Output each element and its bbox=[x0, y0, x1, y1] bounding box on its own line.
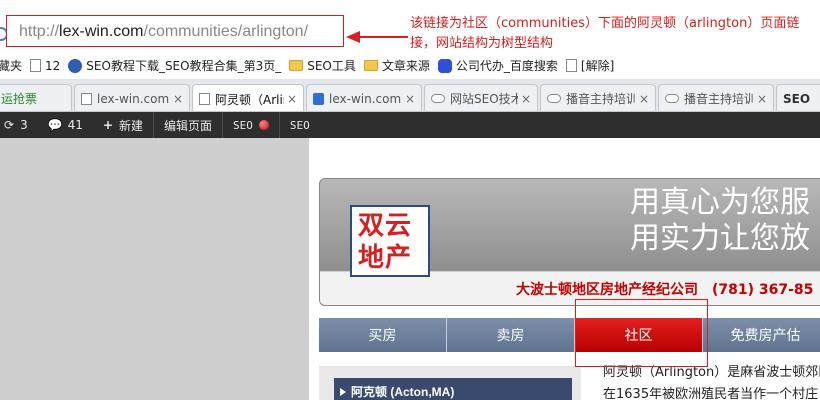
address-url: http://lex-win.com/communities/arlington… bbox=[19, 23, 309, 40]
seo-menu-button[interactable]: SEO bbox=[280, 112, 320, 138]
bookmark-favorites[interactable]: 藏夹 bbox=[0, 57, 22, 74]
site-banner: 双云 地产 用真心为您服 用实力让您放 大波士顿地区房地产经纪公司 (781) … bbox=[319, 178, 820, 306]
website-content: 双云 地产 用真心为您服 用实力让您放 大波士顿地区房地产经纪公司 (781) … bbox=[309, 138, 820, 400]
cloud-icon bbox=[431, 94, 445, 103]
company-tagline: 大波士顿地区房地产经纪公司 (781) 367-85 bbox=[516, 282, 814, 298]
close-icon[interactable]: × bbox=[757, 92, 767, 106]
tab-ticket[interactable]: 运抢票 bbox=[0, 84, 72, 111]
bookmark-seo-tools[interactable]: SEO工具 bbox=[289, 57, 356, 74]
nav-free-valuation[interactable]: 免费房产估 bbox=[703, 318, 820, 352]
refresh-button[interactable]: ⟳ 3 bbox=[0, 112, 38, 138]
community-sidebar: 阿克顿 (Acton,MA) bbox=[319, 366, 581, 400]
admin-toolbar: ⟳ 3 💬 41 + 新建 编辑页面 SEO SEO bbox=[0, 112, 820, 138]
bookmark-article-source[interactable]: 文章来源 bbox=[363, 57, 430, 74]
close-icon[interactable]: × bbox=[405, 92, 415, 106]
page-icon bbox=[30, 59, 42, 72]
close-icon[interactable]: × bbox=[287, 92, 297, 106]
folder-icon bbox=[363, 60, 378, 71]
tab-seo-tech[interactable]: 网站SEO技术 × bbox=[424, 84, 538, 111]
tab-lex-win-1[interactable]: lex-win.com × bbox=[74, 84, 190, 111]
seo-status-button[interactable]: SEO bbox=[223, 112, 279, 138]
annotation-arrow-icon bbox=[346, 31, 408, 43]
site-logo[interactable]: 双云 地产 bbox=[350, 205, 430, 277]
comment-icon: 💬 bbox=[47, 118, 63, 132]
folder-icon bbox=[289, 60, 304, 71]
site-nav: 买房 卖房 社区 免费房产估 bbox=[319, 318, 820, 352]
site-slogan: 用真心为您服 用实力让您放 bbox=[630, 185, 810, 256]
comments-button[interactable]: 💬 41 bbox=[38, 112, 93, 138]
tab-broadcast-2[interactable]: 播音主持培训 × bbox=[658, 84, 774, 111]
new-button[interactable]: + 新建 bbox=[93, 112, 153, 138]
bookmark-seo-tutorial[interactable]: SEO教程下载_SEO教程合集_第3页_ bbox=[68, 57, 281, 74]
tab-arlington[interactable]: 阿灵顿（Arlington） × bbox=[192, 84, 304, 111]
close-icon[interactable]: × bbox=[639, 92, 649, 106]
nav-buy[interactable]: 买房 bbox=[319, 318, 447, 352]
page-icon bbox=[565, 59, 577, 72]
tab-strip: 运抢票 lex-win.com × 阿灵顿（Arlington） × lex-w… bbox=[0, 80, 820, 112]
tab-lex-win-2[interactable]: lex-win.com × bbox=[306, 84, 422, 111]
close-icon[interactable]: × bbox=[173, 92, 183, 106]
cloud-icon bbox=[665, 94, 679, 103]
tab-seo[interactable]: SEO bbox=[776, 84, 820, 111]
address-bar-area: http://lex-win.com/communities/arlington… bbox=[0, 0, 820, 52]
close-icon[interactable]: × bbox=[521, 92, 531, 106]
triangle-right-icon bbox=[340, 388, 346, 396]
refresh-icon: ⟳ bbox=[4, 118, 15, 132]
tab-broadcast-1[interactable]: 播音主持培训 × bbox=[540, 84, 656, 111]
baidu-paw-icon bbox=[437, 58, 452, 73]
page-icon bbox=[81, 92, 92, 105]
plus-icon: + bbox=[102, 118, 113, 132]
address-input[interactable]: http://lex-win.com/communities/arlington… bbox=[6, 15, 344, 47]
seo-status-dot-icon bbox=[258, 120, 269, 130]
edit-page-button[interactable]: 编辑页面 bbox=[154, 112, 222, 138]
annotation-highlight-box bbox=[575, 299, 708, 367]
cloud-icon bbox=[547, 94, 561, 103]
bookmark-12[interactable]: 12 bbox=[30, 59, 60, 73]
blue-page-icon bbox=[313, 92, 324, 105]
community-description: 阿灵顿（Arlington）是麻省波士顿郊区 在1635年被欧洲殖民者当作一个村… bbox=[603, 365, 820, 400]
annotation-text: 该链接为社区（communities）下面的阿灵顿（arlington）页面链接… bbox=[410, 16, 800, 51]
page-icon bbox=[199, 93, 210, 105]
sidebar-item-acton[interactable]: 阿克顿 (Acton,MA) bbox=[334, 378, 572, 400]
bookmark-unlink[interactable]: [解除] bbox=[565, 57, 614, 74]
bookmark-baidu-search[interactable]: 公司代办_百度搜索 bbox=[437, 57, 558, 74]
bookmarks-bar: 藏夹 12 SEO教程下载_SEO教程合集_第3页_ SEO工具 文章来源 公司… bbox=[0, 52, 820, 80]
nav-sell[interactable]: 卖房 bbox=[447, 318, 575, 352]
m-logo-icon bbox=[68, 58, 83, 73]
